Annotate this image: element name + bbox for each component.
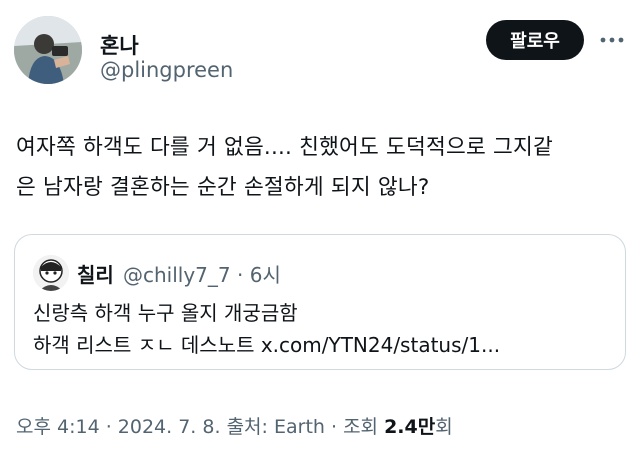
quoted-tweet-card[interactable]: 칠리 @chilly7_7 · 6시 신랑측 하객 누구 올지 개궁금함 하객 …	[14, 234, 626, 370]
source-label: 출처:	[226, 416, 268, 438]
timestamp[interactable]: 오후 4:14 · 2024. 7. 8.	[16, 416, 221, 438]
tweet-text-line: 여자쪽 하객도 다를 거 없음.... 친했어도 도덕적으로 그지같	[16, 135, 553, 160]
views-label: · 조회	[330, 416, 379, 438]
views-suffix: 회	[435, 416, 453, 438]
author-avatar[interactable]	[14, 16, 82, 84]
quoted-text-line: 하객 리스트 ㅈㄴ 데스노트 x.com/YTN24/status/1...	[33, 333, 501, 357]
source-name: Earth	[273, 416, 325, 438]
tweet-body: 여자쪽 하객도 다를 거 없음.... 친했어도 도덕적으로 그지같 은 남자랑…	[16, 128, 626, 208]
author-name[interactable]: 혼나	[100, 30, 139, 60]
author-handle[interactable]: @plingpreen	[100, 58, 233, 82]
quoted-author-name[interactable]: 칠리	[77, 259, 114, 288]
tweet-header: 혼나 @plingpreen 팔로우	[14, 16, 626, 92]
more-options-icon[interactable]	[598, 30, 626, 50]
quoted-author-handle[interactable]: @chilly7_7	[123, 263, 231, 287]
tweet-meta: 오후 4:14 · 2024. 7. 8. 출처: Earth · 조회 2.4…	[16, 412, 453, 439]
quoted-tweet-time: · 6시	[237, 263, 281, 287]
quoted-text-line: 신랑측 하객 누구 올지 개궁금함	[33, 301, 298, 325]
tweet-text-line: 은 남자랑 결혼하는 순간 손절하게 되지 않나?	[16, 175, 430, 200]
avatar-photo	[14, 16, 82, 84]
quoted-avatar-drawing	[33, 255, 69, 291]
quoted-author-meta: @chilly7_7 · 6시	[123, 259, 281, 288]
views-count: 2.4만	[384, 416, 436, 438]
quoted-author-avatar[interactable]	[33, 255, 69, 291]
follow-button[interactable]: 팔로우	[486, 20, 584, 60]
